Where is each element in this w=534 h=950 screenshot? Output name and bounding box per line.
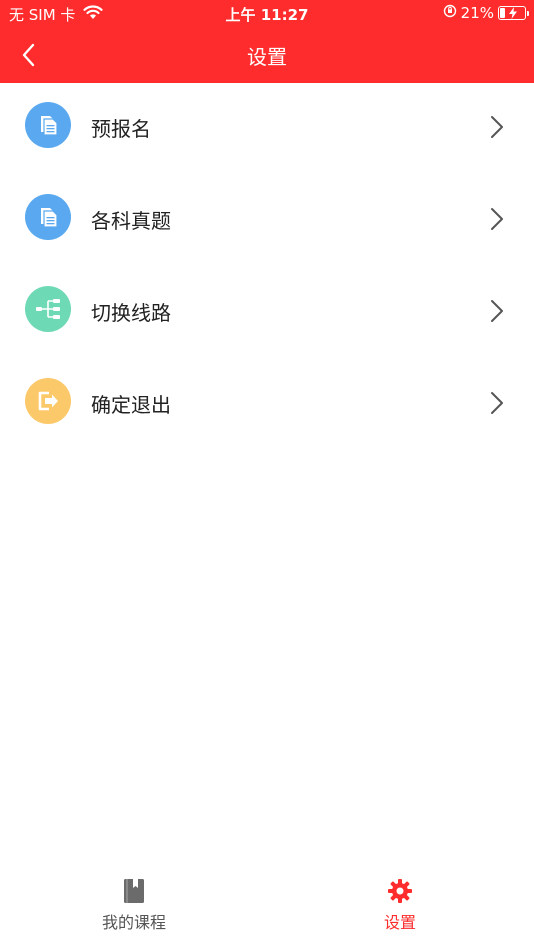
menu-item-label: 切换线路 [91, 301, 171, 325]
battery-cap [527, 11, 529, 16]
navbar: 设置 [0, 28, 534, 83]
header: 无 SIM 卡 上午 11:27 21% 设置 [0, 0, 534, 83]
battery-level-fill [500, 8, 505, 18]
page-title: 设置 [247, 45, 287, 69]
chevron-right-icon [491, 392, 503, 414]
bookmark-book-icon [124, 879, 144, 903]
tab-my-courses[interactable]: 我的课程 [54, 878, 214, 933]
status-right: 21% [443, 4, 529, 22]
network-tree-icon [25, 286, 71, 332]
status-bar: 无 SIM 卡 上午 11:27 21% [0, 0, 534, 28]
chevron-right-icon [491, 208, 503, 230]
battery-percent: 21% [460, 4, 494, 22]
tab-settings[interactable]: 设置 [320, 878, 480, 933]
menu-item-label: 各科真题 [91, 209, 171, 233]
menu-item-label: 确定退出 [91, 393, 171, 417]
menu-item-label: 预报名 [91, 117, 151, 141]
document-icon [25, 102, 71, 148]
chevron-right-icon [491, 300, 503, 322]
chevron-right-icon [491, 116, 503, 138]
menu-item-past-exams[interactable]: 各科真题 [0, 175, 534, 267]
gear-icon [388, 879, 412, 903]
tab-label: 设置 [383, 913, 416, 932]
tab-bar: 我的课程 设置 [0, 868, 534, 950]
menu-item-switch-route[interactable]: 切换线路 [0, 267, 534, 359]
menu-item-pre-register[interactable]: 预报名 [0, 83, 534, 175]
exit-icon [25, 378, 71, 424]
settings-list: 预报名 各科真题 切换线路 确定退出 [0, 83, 534, 451]
battery-charging-icon [498, 6, 529, 20]
orientation-lock-icon [443, 4, 457, 22]
document-icon [25, 194, 71, 240]
tab-label: 我的课程 [101, 913, 166, 932]
menu-item-confirm-exit[interactable]: 确定退出 [0, 359, 534, 451]
